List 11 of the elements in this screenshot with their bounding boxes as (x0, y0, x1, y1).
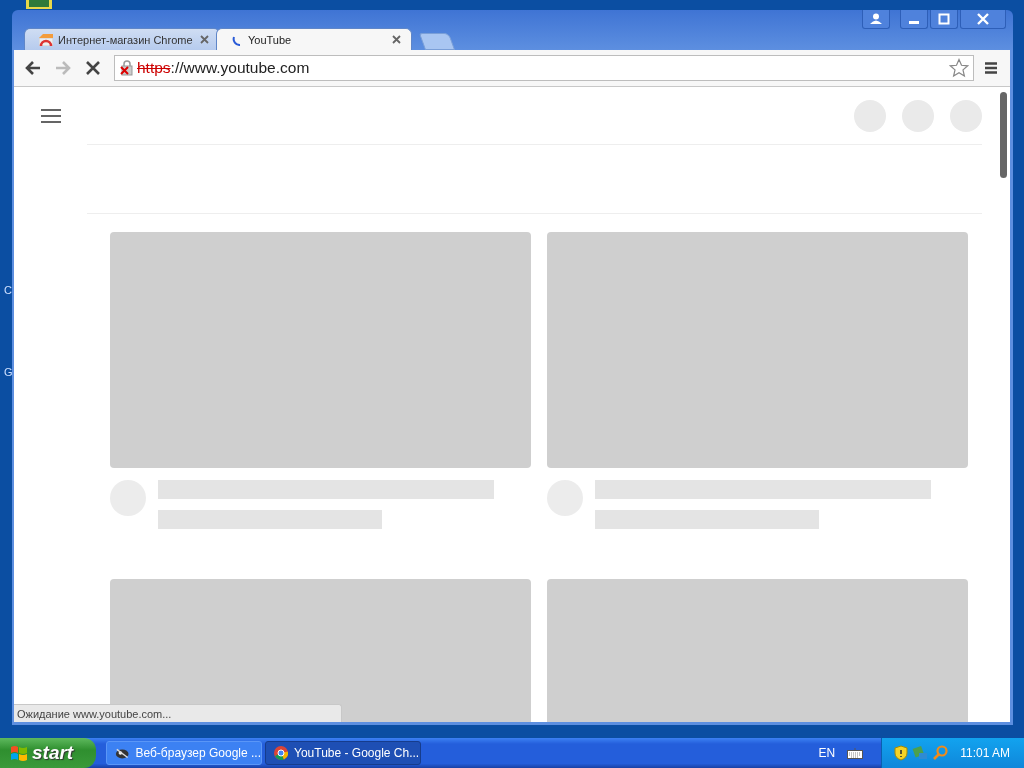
browser-tab[interactable]: YouTube (216, 28, 412, 50)
status-bubble: Ожидание www.youtube.com... (14, 704, 342, 722)
url-text: https://www.youtube.com (137, 59, 311, 77)
taskbar-button[interactable]: Веб-браузер Google ... (106, 741, 262, 765)
clock: 11:01 AM (960, 746, 1010, 760)
taskbar-button[interactable]: YouTube - Google Ch... (265, 741, 421, 765)
desktop-label: G (4, 366, 13, 378)
language-indicator[interactable]: EN (818, 746, 836, 760)
address-bar[interactable]: https://www.youtube.com (114, 55, 974, 81)
start-button[interactable]: start (0, 738, 96, 768)
desktop-label: C (4, 284, 12, 296)
